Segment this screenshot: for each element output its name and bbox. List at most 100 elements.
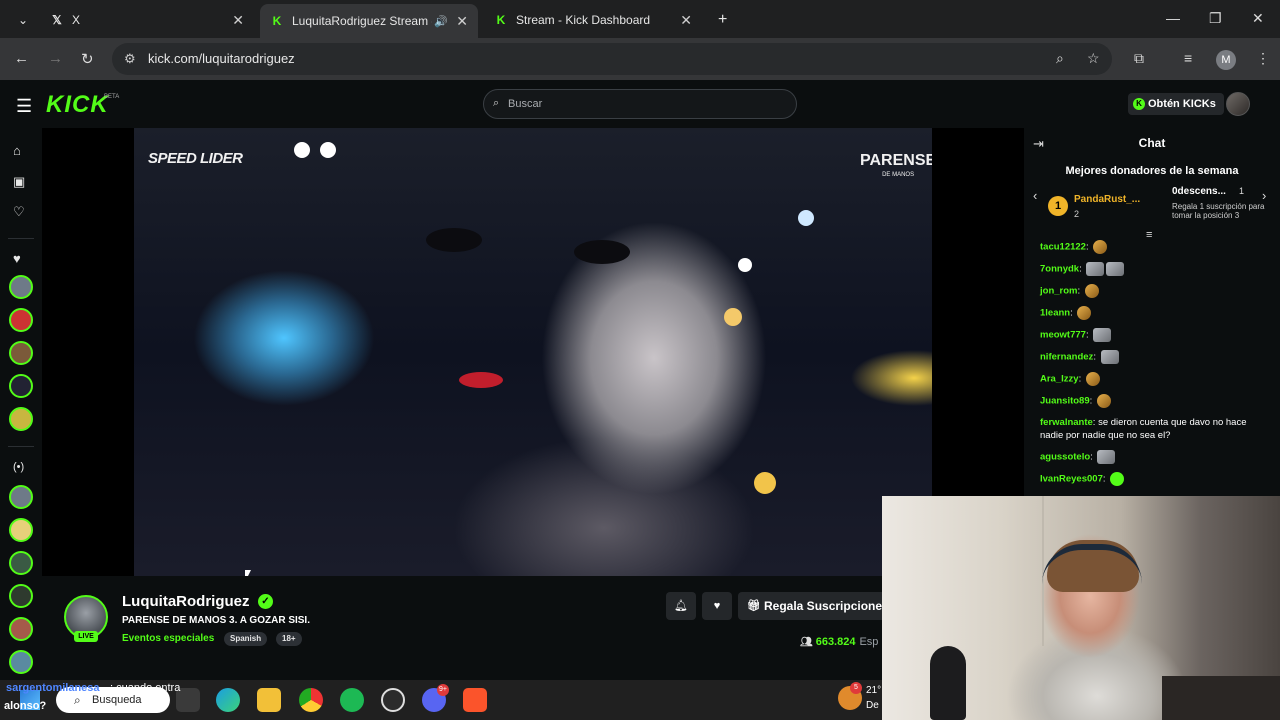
browse-icon[interactable]: ▣ xyxy=(13,174,25,190)
emote-icon xyxy=(1096,394,1111,408)
speaker-icon[interactable]: 🔊 xyxy=(434,15,448,28)
forward-icon[interactable]: → xyxy=(48,50,63,67)
chat-username[interactable]: meowt777 xyxy=(1040,330,1086,341)
recommended-channel-avatar[interactable] xyxy=(9,617,33,641)
chevron-left-icon[interactable]: ‹ xyxy=(1033,188,1037,203)
user-avatar[interactable] xyxy=(1226,92,1250,116)
search-input[interactable]: ⌕ Buscar xyxy=(483,89,797,119)
emote-icon xyxy=(1100,350,1119,364)
notification-bell-button[interactable]: 🔔︎ xyxy=(666,592,696,620)
heart-icon: ♥ xyxy=(713,600,721,612)
chat-username[interactable]: agussotelo xyxy=(1040,452,1090,463)
follow-heart-button[interactable]: ♥ xyxy=(702,592,732,620)
spotify-icon[interactable] xyxy=(340,688,364,712)
recommended-channel-avatar[interactable] xyxy=(9,551,33,575)
recommended-channel-avatar[interactable] xyxy=(9,485,33,509)
event-logo-subtext: DE MANOS xyxy=(882,172,915,178)
bookmark-star-icon[interactable]: ☆ xyxy=(1087,50,1100,67)
maximize-icon[interactable]: ❐ xyxy=(1209,10,1222,27)
recommended-channel-avatar[interactable] xyxy=(9,584,33,608)
followed-channel-avatar[interactable] xyxy=(9,308,33,332)
search-icon: ⌕ xyxy=(493,97,500,109)
emote-icon xyxy=(1106,262,1125,276)
video-scene-shape xyxy=(754,472,776,494)
followed-channel-avatar[interactable] xyxy=(9,341,33,365)
new-tab-button[interactable]: + xyxy=(708,6,732,34)
chat-message: Ara_Izzy: xyxy=(1040,372,1270,386)
tab-kick-stream[interactable]: K LuquitaRodriguez Stream - 🔊 ✕ xyxy=(260,4,478,38)
chat-username[interactable]: 7onnydk xyxy=(1040,264,1079,275)
menu-dots-icon[interactable]: ⋮ xyxy=(1256,50,1270,67)
profile-avatar[interactable]: M xyxy=(1216,50,1236,70)
kick-logo[interactable]: KICK xyxy=(46,91,109,119)
gift-subscriptions-label: Regala Suscripciones xyxy=(764,599,888,613)
file-explorer-icon[interactable] xyxy=(257,688,281,712)
recommended-channel-avatar[interactable] xyxy=(9,518,33,542)
weather-temp: 21° xyxy=(866,685,882,696)
chat-message: meowt777: xyxy=(1040,328,1270,342)
chat-message: Juansito89: xyxy=(1040,394,1270,408)
reload-icon[interactable]: ↻ xyxy=(81,50,94,68)
close-icon[interactable]: ✕ xyxy=(232,12,244,29)
chat-username[interactable]: tacu12122 xyxy=(1040,242,1086,253)
kick-logo-icon: K xyxy=(272,14,282,28)
home-icon[interactable]: ⌂ xyxy=(13,143,21,158)
gift-subscriptions-button[interactable]: 🎁︎ Regala Suscripciones xyxy=(738,592,888,620)
chat-username[interactable]: jon_rom xyxy=(1040,286,1077,297)
chrome-icon[interactable] xyxy=(299,688,323,712)
taskbar-search-label: Busqueda xyxy=(92,694,142,706)
following-heart-icon[interactable]: ♡ xyxy=(13,204,25,220)
tag-chip[interactable]: 18+ xyxy=(276,632,302,646)
beta-label: BETA xyxy=(104,94,120,100)
url-text: kick.com/luquitarodriguez xyxy=(148,51,295,66)
get-kicks-button[interactable]: K Obtén KICKs xyxy=(1128,93,1224,115)
chat-username[interactable]: IvanReyes007 xyxy=(1040,474,1103,485)
tab-kick-dashboard[interactable]: K Stream - Kick Dashboard ✕ xyxy=(484,6,702,34)
stream-category[interactable]: Eventos especiales xyxy=(122,633,214,644)
second-donor-rank: 1 xyxy=(1239,186,1245,196)
live-signal-icon: (•) xyxy=(13,461,25,473)
chat-username[interactable]: nifernandez xyxy=(1040,352,1093,363)
chat-message: 7onnydk: xyxy=(1040,262,1270,276)
emote-icon xyxy=(1084,284,1099,298)
back-icon[interactable]: ← xyxy=(14,50,29,67)
close-icon[interactable]: ✕ xyxy=(456,13,468,30)
zoom-icon[interactable]: ⌕ xyxy=(1056,50,1064,67)
followed-channel-avatar[interactable] xyxy=(9,275,33,299)
edge-icon[interactable] xyxy=(216,688,240,712)
close-icon[interactable]: ✕ xyxy=(680,12,692,29)
chat-message: tacu12122: xyxy=(1040,240,1270,254)
window-close-icon[interactable]: ✕ xyxy=(1252,10,1264,27)
chat-username[interactable]: 1leann xyxy=(1040,308,1070,319)
emote-icon xyxy=(1093,240,1108,254)
extensions-icon[interactable]: ⧉ xyxy=(1134,50,1144,67)
tab-list-button[interactable]: ⌄ xyxy=(8,6,36,34)
site-info-icon[interactable]: ⚙ xyxy=(124,51,136,67)
channel-name[interactable]: LuquitaRodriguez xyxy=(122,593,250,610)
chat-username[interactable]: ferwalnante xyxy=(1040,417,1093,428)
chat-username[interactable]: Ara_Izzy xyxy=(1040,374,1079,385)
obs-icon[interactable] xyxy=(381,688,405,712)
media-control-icon[interactable]: ≡ xyxy=(1184,50,1192,66)
video-player[interactable]: SPEED LIDER PARENSE DE MANOS xyxy=(42,128,1024,576)
chevron-right-icon[interactable]: › xyxy=(1262,188,1266,203)
tag-chip[interactable]: Spanish xyxy=(224,632,268,646)
chat-message: nifernandez: xyxy=(1040,350,1270,364)
emote-icon xyxy=(1110,472,1125,486)
gift-icon: 🎁︎ xyxy=(747,600,761,612)
second-donor-name[interactable]: 0descens... xyxy=(1172,186,1226,197)
brave-icon[interactable] xyxy=(463,688,487,712)
minimize-icon[interactable]: — xyxy=(1166,10,1180,26)
recommended-channel-avatar[interactable] xyxy=(9,650,33,674)
chat-message: 1leann: xyxy=(1040,306,1270,320)
address-bar[interactable]: ⚙ kick.com/luquitarodriguez xyxy=(112,43,1112,75)
hamburger-menu-icon[interactable]: ☰ xyxy=(16,96,32,117)
followed-channel-avatar[interactable] xyxy=(9,407,33,431)
top-donor-count: 2 xyxy=(1074,209,1080,219)
tab-x[interactable]: 𝕏 X ✕ xyxy=(40,6,254,34)
weather-text: De xyxy=(866,700,879,711)
top-donor-name[interactable]: PandaRust_... xyxy=(1074,194,1140,205)
chat-username[interactable]: Juansito89 xyxy=(1040,396,1090,407)
followed-channel-avatar[interactable] xyxy=(9,374,33,398)
video-frame[interactable]: SPEED LIDER PARENSE DE MANOS xyxy=(134,128,932,576)
